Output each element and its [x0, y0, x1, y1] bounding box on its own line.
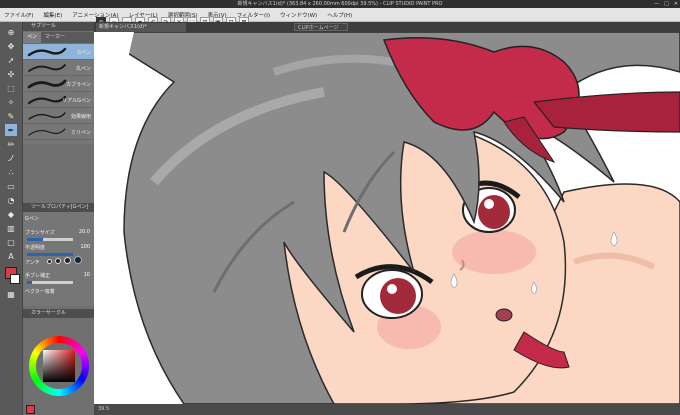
menu-help[interactable]: ヘルプ(H)	[327, 11, 352, 19]
menu-file[interactable]: ファイル(F)	[4, 11, 33, 19]
tab-canvas[interactable]: 新規キャンバス1(d)*	[96, 23, 186, 32]
brush-size-slider[interactable]	[27, 238, 73, 241]
minimize-button[interactable]: —	[654, 0, 659, 8]
stroke-preview-icon	[27, 79, 67, 89]
vector-snap-label: ベクター吸着	[25, 289, 55, 295]
stroke-preview-icon	[27, 95, 67, 105]
color-wheel-panel	[23, 318, 94, 415]
tool-property-panel: Gペン ブラシサイズ 20.0 不透明度 100 アンチ 手ブレ補正 10 ベク…	[23, 212, 94, 306]
opacity-value: 100	[80, 244, 90, 250]
list-item[interactable]: カブラペン	[23, 76, 94, 92]
current-color-swatch[interactable]	[26, 405, 35, 414]
status-bar: 39.5	[94, 404, 680, 415]
tab-marker[interactable]: マーカー	[41, 32, 69, 43]
menu-window[interactable]: ウィンドウ(W)	[280, 11, 317, 19]
subtool-tabs: ペン マーカー	[23, 32, 94, 43]
eraser-icon[interactable]: ▭	[5, 180, 17, 192]
move-layer-icon[interactable]: ✣	[5, 68, 17, 80]
airbrush-icon[interactable]: ∴	[5, 166, 17, 178]
stabilization-value: 10	[83, 272, 90, 278]
stabilization-label: 手ブレ補正	[25, 273, 51, 279]
stroke-preview-icon	[27, 47, 67, 57]
fill-tool-icon[interactable]: ◆	[5, 208, 17, 220]
tool-palette: ⊕ ✥ ➚ ✣ ⬚ ✧ ✎ ✒ ✏ ノ ∴ ▭ ◔ ◆ ▥ ▢ A ▦	[0, 22, 23, 415]
opacity-label: 不透明度	[25, 245, 46, 251]
brush-icon[interactable]: ノ	[5, 152, 17, 164]
zoom-icon[interactable]: ⊕	[5, 26, 17, 38]
brush-name: カブラペン	[65, 82, 91, 88]
brush-list: Gペン 丸ペン カブラペン リアルGペン 効果線用 ミリペン	[23, 44, 94, 144]
left-panel: サブツール ペン マーカー Gペン 丸ペン カブラペン リアルGペン 効果線用 …	[23, 22, 94, 415]
stabilization-slider[interactable]	[27, 281, 73, 284]
document-tab-bar: 新規キャンバス1(d)* CLIPホームページ	[94, 22, 680, 32]
window-title: 新規キャンバス1(d)* (363.84 x 260.00mm 600dpi 3…	[237, 1, 443, 7]
text-icon[interactable]: A	[5, 250, 17, 262]
auto-select-icon[interactable]: ✧	[5, 96, 17, 108]
list-item[interactable]: ミリペン	[23, 124, 94, 140]
brush-name: リアルGペン	[62, 98, 91, 104]
close-button[interactable]: ✕	[674, 0, 678, 8]
selection-icon[interactable]: ⬚	[5, 82, 17, 94]
brush-name: Gペン	[77, 50, 91, 56]
menu-edit[interactable]: 編集(E)	[43, 11, 62, 19]
tab-pen[interactable]: ペン	[23, 32, 42, 43]
title-bar: 新規キャンバス1(d)* (363.84 x 260.00mm 600dpi 3…	[0, 0, 680, 8]
blend-icon[interactable]: ◔	[5, 194, 17, 206]
stroke-preview-icon	[28, 112, 66, 120]
stroke-preview-icon	[28, 128, 66, 136]
gradient-icon[interactable]: ▥	[5, 222, 17, 234]
brush-name: 丸ペン	[75, 66, 91, 72]
list-item[interactable]: Gペン	[23, 44, 94, 60]
opacity-slider[interactable]	[27, 253, 73, 256]
stroke-preview-icon	[28, 64, 66, 72]
subtool-header: サブツール	[23, 22, 94, 31]
move-icon[interactable]: ✥	[5, 40, 17, 52]
brush-name: ミリペン	[70, 130, 91, 136]
antialias-strong-option[interactable]	[74, 256, 82, 264]
list-item[interactable]: 効果線用	[23, 108, 94, 124]
list-item[interactable]: リアルGペン	[23, 92, 94, 108]
operation-icon[interactable]: ➚	[5, 54, 17, 66]
list-item[interactable]: 丸ペン	[23, 60, 94, 76]
clip-homepage-button[interactable]: CLIPホームページ	[294, 23, 348, 31]
saturation-value-square[interactable]	[43, 350, 75, 382]
antialias-none-option[interactable]	[47, 259, 52, 264]
pen-icon[interactable]: ✒	[5, 124, 17, 136]
eyedropper-icon[interactable]: ✎	[5, 110, 17, 122]
drawing-canvas[interactable]	[94, 32, 680, 404]
transparent-color-icon[interactable]: ▦	[5, 288, 17, 300]
brush-size-label: ブラシサイズ	[25, 230, 55, 236]
background-color-swatch[interactable]	[10, 274, 20, 284]
illustration	[94, 32, 680, 404]
tool-property-header: ツールプロパティ[Gペン]	[23, 203, 94, 212]
brush-size-value: 20.0	[78, 229, 90, 235]
antialias-mid-option[interactable]	[64, 257, 71, 264]
brush-name: 効果線用	[70, 114, 91, 120]
zoom-readout: 39.5	[98, 406, 110, 412]
pencil-icon[interactable]: ✏	[5, 138, 17, 150]
tool-property-name: Gペン	[25, 216, 39, 222]
color-wheel-header: カラーサークル	[23, 309, 94, 318]
figure-icon[interactable]: ▢	[5, 236, 17, 248]
antialias-weak-option[interactable]	[55, 258, 61, 264]
maximize-button[interactable]: □	[664, 0, 669, 8]
antialias-label: アンチ	[25, 260, 40, 266]
